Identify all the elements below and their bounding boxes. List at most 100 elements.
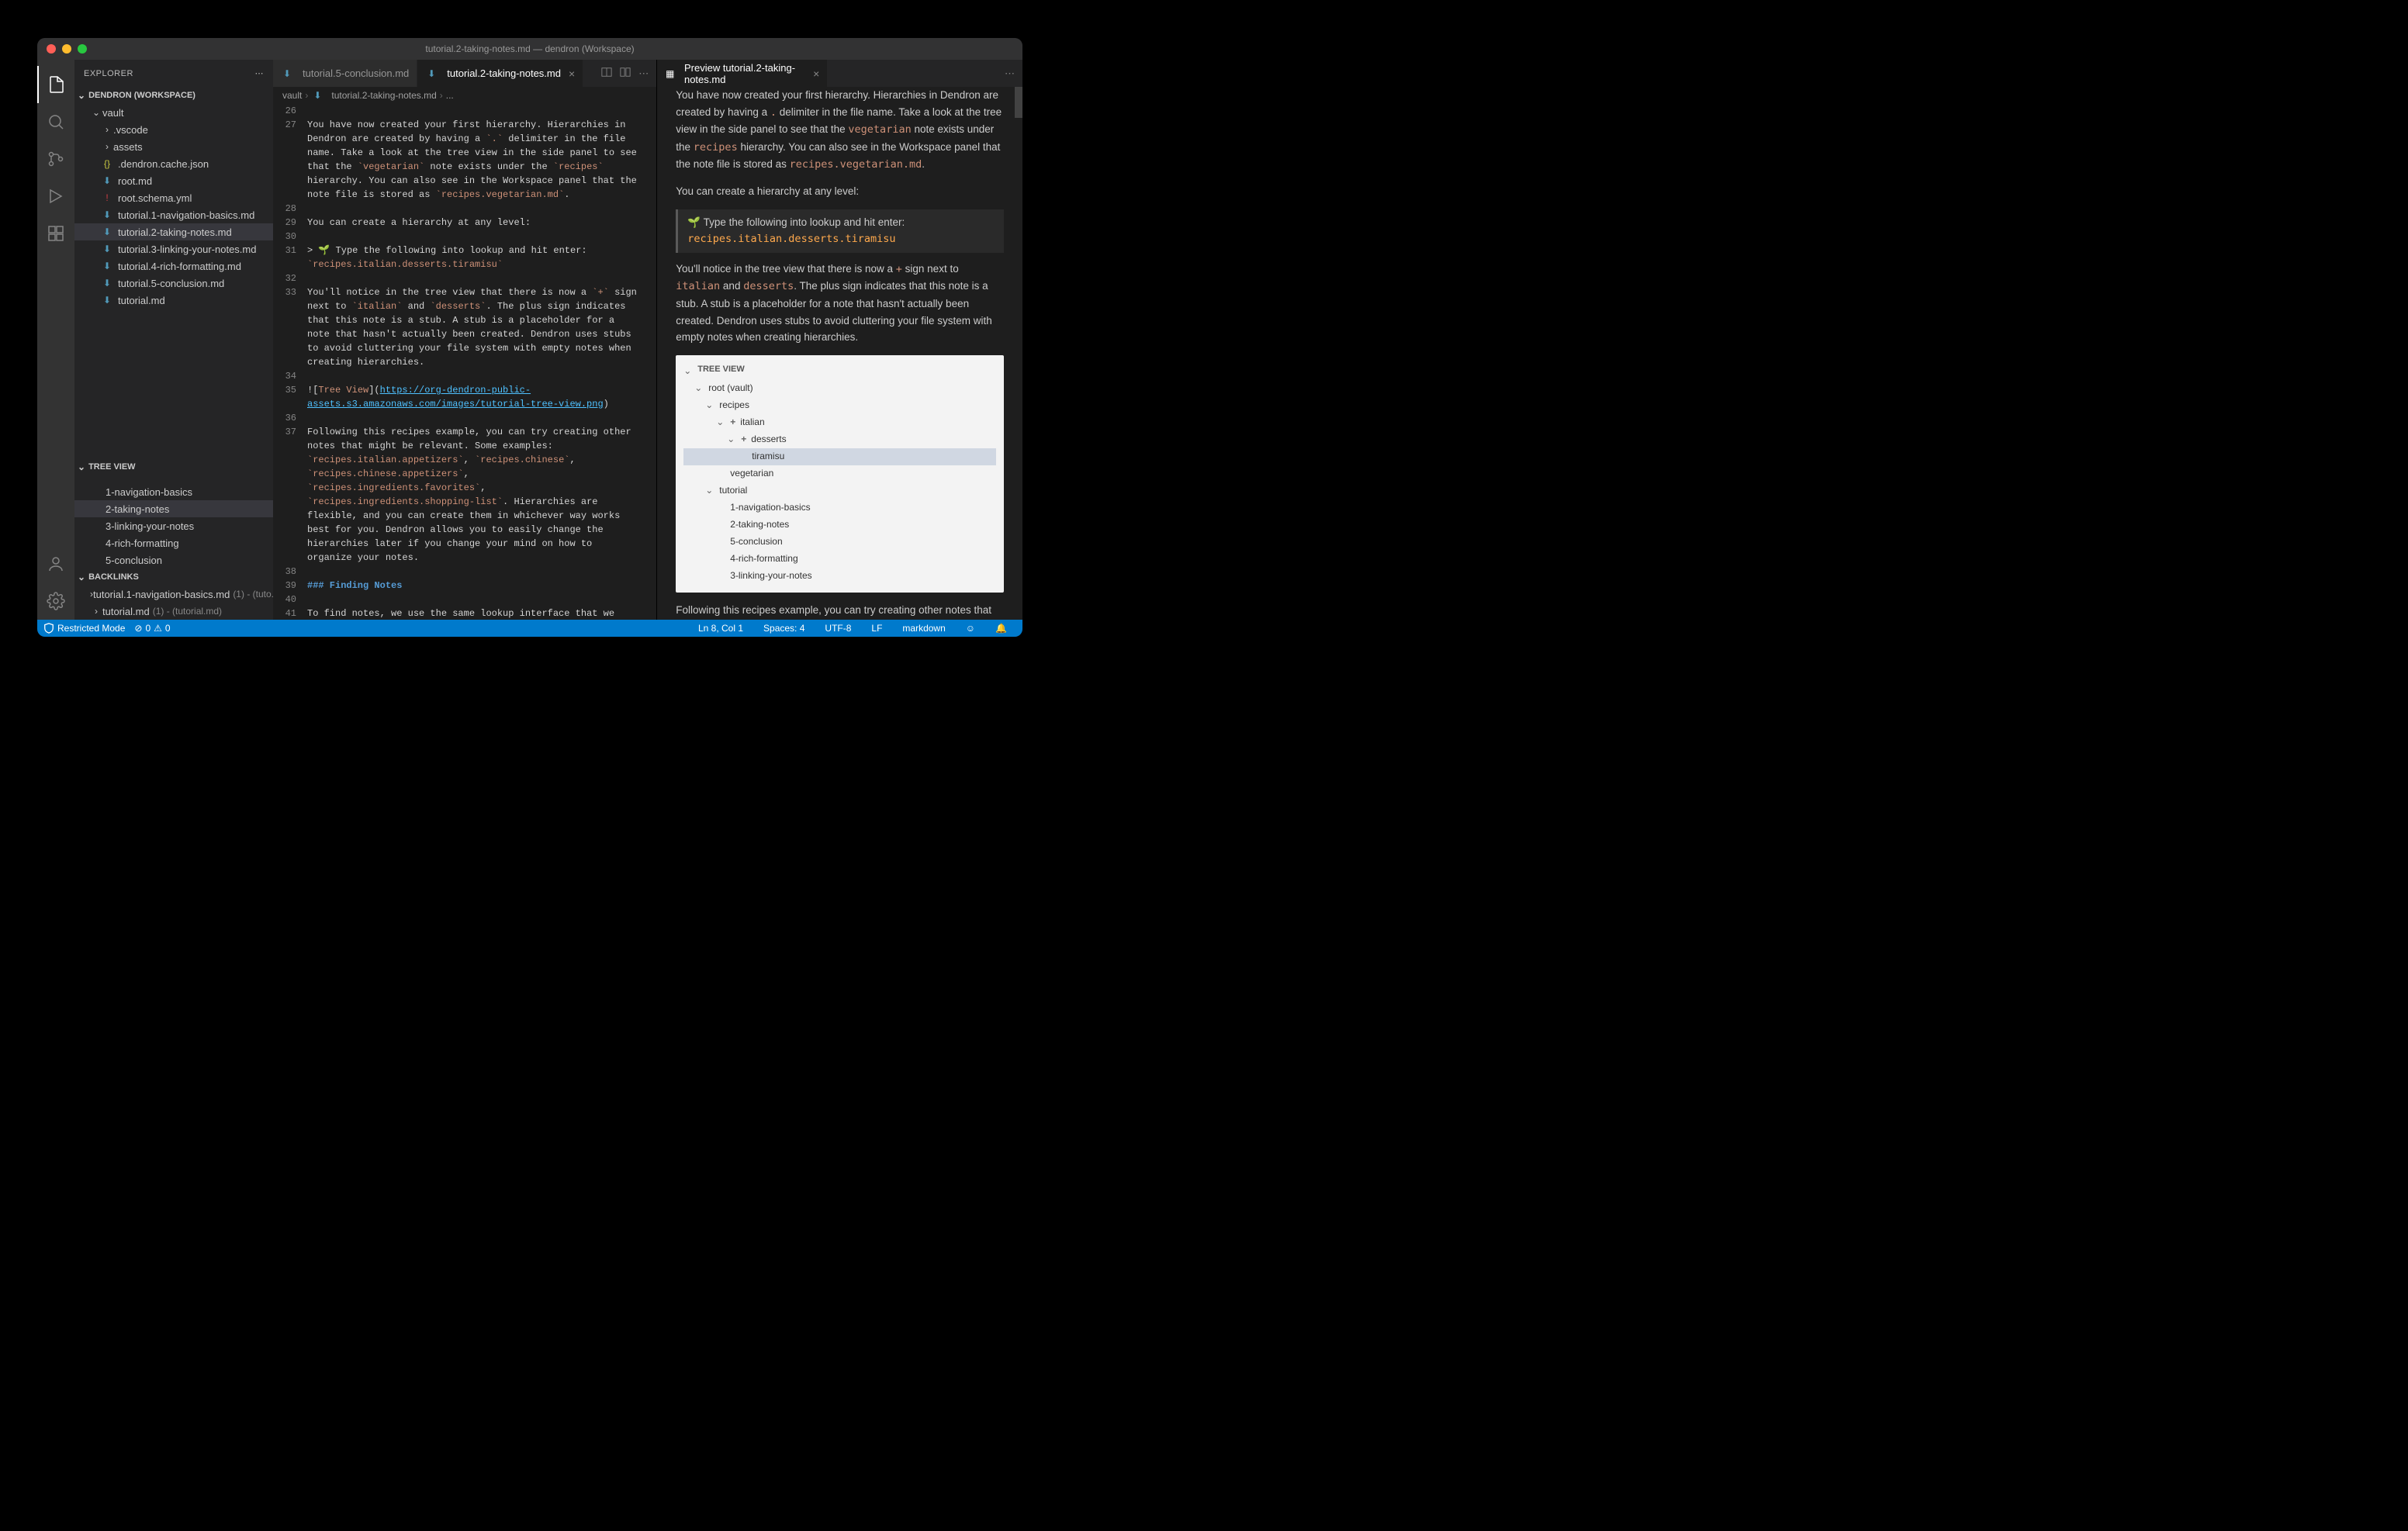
file-tree-item[interactable]: !root.schema.yml [74,189,273,206]
editor-layout-icon[interactable] [620,67,631,80]
sidebar-title: EXPLORER ⋯ [74,60,273,87]
file-tree-item[interactable]: ⬇tutorial.5-conclusion.md [74,275,273,292]
more-actions-icon[interactable]: ⋯ [1005,67,1015,80]
preview-paragraph: You can create a hierarchy at any level: [676,183,1004,200]
feedback-icon[interactable]: ☺ [966,623,975,634]
tree-view-item[interactable]: 5-conclusion [74,551,273,569]
restricted-mode-button[interactable]: Restricted Mode [43,623,125,634]
tree-image-row: 4-rich-formatting [683,551,996,568]
markdown-icon: ⬇ [101,243,113,255]
tree-view-item[interactable]: 3-linking-your-notes [74,517,273,534]
tree-image-row: 3-linking-your-notes [683,568,996,585]
tree-image-row: 2-taking-notes [683,517,996,534]
markdown-icon: ⬇ [311,89,323,102]
status-bar: Restricted Mode ⊘0 ⚠0 Ln 8, Col 1 Spaces… [37,620,1022,637]
tree-view-item[interactable]: 4-rich-formatting [74,534,273,551]
sidebar: EXPLORER ⋯ ⌄ DENDRON (WORKSPACE) ⌄vault›… [74,60,273,620]
markdown-icon: ⬇ [101,175,113,187]
backlinks-list: ›tutorial.1-navigation-basics.md(1) - (t… [74,586,273,620]
accounts-icon[interactable] [37,545,74,582]
file-tree-item[interactable]: ⬇tutorial.4-rich-formatting.md [74,257,273,275]
language-mode-button[interactable]: markdown [902,623,945,634]
sidebar-more-icon[interactable]: ⋯ [255,68,265,78]
chevron-right-icon: › [101,141,113,152]
tree-view-list: 1-navigation-basics2-taking-notes3-linki… [74,475,273,569]
json-icon: {} [101,157,113,170]
minimize-window-button[interactable] [62,44,71,54]
tree-image-row: 1-navigation-basics [683,499,996,517]
markdown-icon: ⬇ [101,277,113,289]
problems-button[interactable]: ⊘0 ⚠0 [134,623,170,634]
maximize-window-button[interactable] [78,44,87,54]
cursor-position[interactable]: Ln 8, Col 1 [698,623,743,634]
preview-icon: ▦ [665,67,675,80]
app-window: tutorial.2-taking-notes.md — dendron (Wo… [37,38,1022,637]
tree-view-item[interactable]: 1-navigation-basics [74,483,273,500]
eol-button[interactable]: LF [871,623,882,634]
settings-gear-icon[interactable] [37,582,74,620]
markdown-icon: ⬇ [281,67,293,80]
close-window-button[interactable] [47,44,56,54]
activity-bar [37,60,74,620]
window-title: tutorial.2-taking-notes.md — dendron (Wo… [425,43,634,54]
scrollbar-thumb[interactable] [1015,87,1022,118]
chevron-right-icon: › [101,124,113,135]
split-editor-icon[interactable] [601,67,612,80]
file-tree-item[interactable]: ›assets [74,138,273,155]
backlink-item[interactable]: ›tutorial.1-navigation-basics.md(1) - (t… [74,586,273,603]
search-icon[interactable] [37,103,74,140]
line-gutter: 2627282930313233343536373839404142434445 [273,104,307,620]
explorer-icon[interactable] [37,66,74,103]
markdown-icon: ⬇ [425,67,438,80]
tab-taking-notes[interactable]: ⬇ tutorial.2-taking-notes.md × [417,60,583,87]
text-editor[interactable]: 2627282930313233343536373839404142434445… [273,104,656,620]
backlink-item[interactable]: ›tutorial.md(1) - (tutorial.md) [74,603,273,620]
notifications-icon[interactable]: 🔔 [995,623,1007,634]
preview-paragraph: You have now created your first hierarch… [676,87,1004,174]
file-tree-item[interactable]: ⬇tutorial.md [74,292,273,309]
tab-bar-right: ▦ Preview tutorial.2-taking-notes.md × ⋯ [657,60,1022,87]
editor-group-source: ⬇ tutorial.5-conclusion.md ⬇ tutorial.2-… [273,60,657,620]
run-debug-icon[interactable] [37,178,74,215]
markdown-preview[interactable]: You have now created your first hierarch… [657,87,1022,620]
editor-group-preview: ▦ Preview tutorial.2-taking-notes.md × ⋯… [657,60,1022,620]
more-actions-icon[interactable]: ⋯ [638,67,649,80]
markdown-icon: ⬇ [101,260,113,272]
indentation-button[interactable]: Spaces: 4 [763,623,804,634]
file-tree-item[interactable]: ⌄vault [74,104,273,121]
chevron-down-icon: ⌄ [78,90,85,101]
editor-area: ⬇ tutorial.5-conclusion.md ⬇ tutorial.2-… [273,60,1022,620]
yaml-icon: ! [101,192,113,204]
file-tree-item[interactable]: ⬇root.md [74,172,273,189]
breadcrumbs[interactable]: vault › ⬇ tutorial.2-taking-notes.md › .… [273,87,656,104]
file-tree-item[interactable]: ⬇tutorial.3-linking-your-notes.md [74,240,273,257]
source-control-icon[interactable] [37,140,74,178]
chevron-down-icon: ⌄ [90,107,102,118]
extensions-icon[interactable] [37,215,74,252]
tree-image-row: ⌄recipes [683,397,996,414]
workspace-section-header[interactable]: ⌄ DENDRON (WORKSPACE) [74,87,273,104]
file-tree-item[interactable]: ⬇tutorial.2-taking-notes.md [74,223,273,240]
file-tree-item[interactable]: ⬇tutorial.1-navigation-basics.md [74,206,273,223]
encoding-button[interactable]: UTF-8 [825,623,851,634]
chevron-right-icon: › [90,606,102,617]
blockquote: 🌱 Type the following into lookup and hit… [676,209,1004,253]
tree-image-row: 5-conclusion [683,534,996,551]
tab-preview[interactable]: ▦ Preview tutorial.2-taking-notes.md × [657,60,828,87]
backlinks-section-header[interactable]: ⌄ BACKLINKS [74,569,273,586]
tree-image-row: ⌄+desserts [683,431,996,448]
close-tab-icon[interactable]: × [569,67,575,80]
markdown-icon: ⬇ [101,226,113,238]
file-tree-item[interactable]: ›.vscode [74,121,273,138]
tree-view-item[interactable]: 2-taking-notes [74,500,273,517]
treeview-section-header[interactable]: ⌄ TREE VIEW [74,458,273,475]
tree-image-row: ⌄tutorial [683,482,996,499]
close-tab-icon[interactable]: × [813,67,819,80]
tab-conclusion[interactable]: ⬇ tutorial.5-conclusion.md [273,60,417,87]
tree-image-row: vegetarian [683,465,996,482]
code-content[interactable]: You have now created your first hierarch… [307,104,656,620]
file-tree: ⌄vault›.vscode›assets{}.dendron.cache.js… [74,104,273,309]
tab-bar-left: ⬇ tutorial.5-conclusion.md ⬇ tutorial.2-… [273,60,656,87]
file-tree-item[interactable]: {}.dendron.cache.json [74,155,273,172]
chevron-down-icon: ⌄ [78,461,85,472]
